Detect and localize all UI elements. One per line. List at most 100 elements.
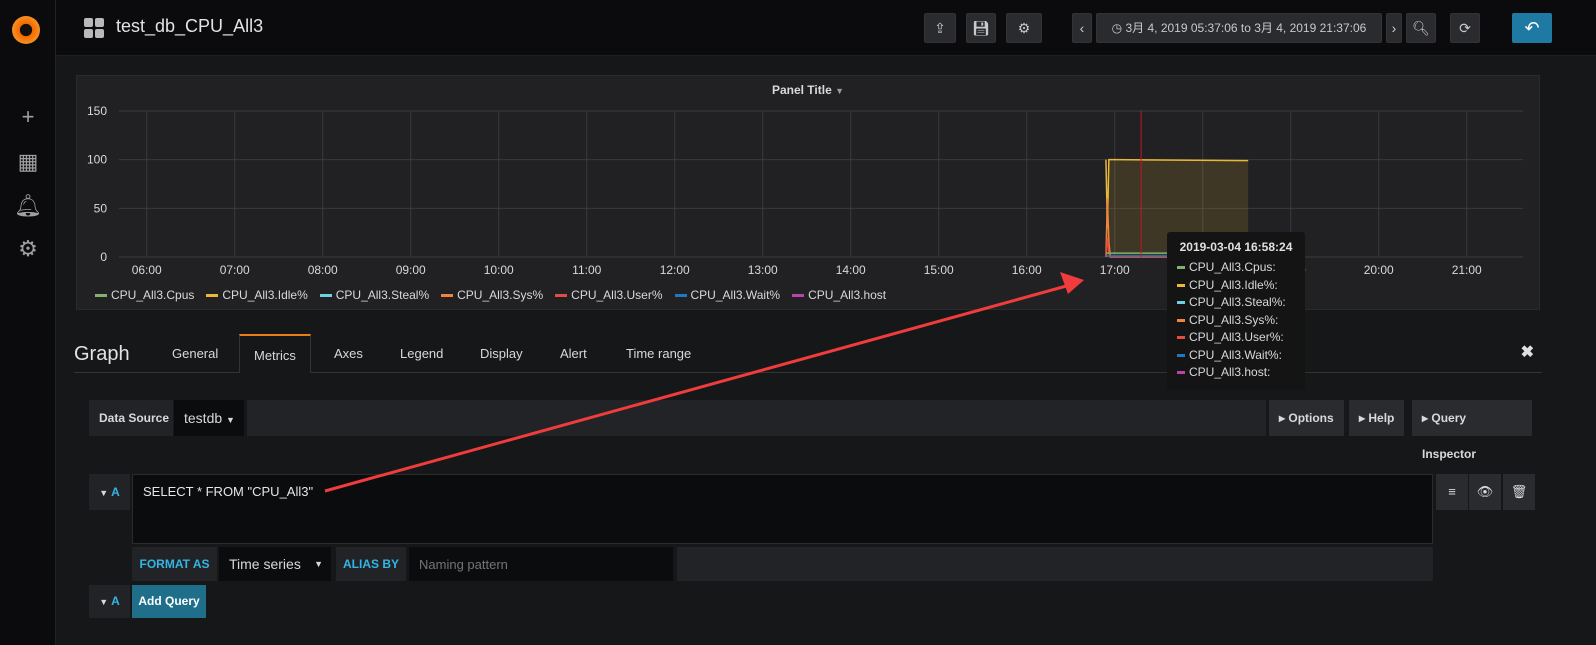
datasource-filler: [247, 400, 1266, 436]
tab-general[interactable]: General: [158, 334, 232, 373]
caret-down-icon: ▼: [314, 559, 323, 569]
caret-down-icon: ▼: [226, 415, 235, 425]
chart[interactable]: 0 50 100 150 06:00 07:00 08:00 09:00 10:00 11:00 1…: [77, 76, 1541, 311]
tooltip-label: CPU_All3.Idle%:: [1189, 277, 1278, 292]
eye-icon[interactable]: 👁︎: [1469, 474, 1501, 510]
tab-legend[interactable]: Legend: [386, 334, 457, 373]
trash-icon[interactable]: 🗑︎: [1503, 474, 1535, 510]
plus-icon[interactable]: +: [14, 103, 42, 131]
share-button[interactable]: ⇪: [924, 13, 956, 43]
format-as-select[interactable]: Time series ▼: [219, 547, 331, 581]
tooltip-swatch: [1177, 283, 1185, 287]
editor-header: Graph General Metrics Axes Legend Display Ale…: [74, 334, 1542, 373]
tooltip-swatch: [1177, 371, 1185, 375]
add-query-button[interactable]: Add Query: [132, 585, 206, 618]
legend-item[interactable]: CPU_All3.Cpus: [95, 288, 194, 302]
legend-item[interactable]: CPU_All3.Steal%: [319, 288, 430, 302]
dashboard-title[interactable]: test_db_CPU_All3: [116, 16, 263, 37]
x-tick-label: 13:00: [748, 263, 778, 277]
tooltip-row: CPU_All3.Idle%:: [1177, 278, 1295, 296]
save-button[interactable]: 💾︎: [966, 13, 996, 43]
legend-label: CPU_All3.Wait%: [690, 288, 781, 302]
format-as-value: Time series: [229, 556, 301, 572]
dashboards-icon[interactable]: ▦: [14, 148, 42, 176]
x-tick-label: 07:00: [220, 263, 250, 277]
dashboard-grid-icon: [84, 18, 104, 38]
time-back-button[interactable]: ‹: [1072, 13, 1092, 43]
tooltip-row: CPU_All3.Cpus:: [1177, 260, 1295, 278]
legend-swatch: [319, 294, 332, 298]
menu-icon[interactable]: ≡: [1436, 474, 1468, 510]
tooltip-label: CPU_All3.Wait%:: [1189, 347, 1282, 362]
help-button[interactable]: ▸ Help: [1349, 400, 1405, 436]
settings-button[interactable]: ⚙: [1006, 13, 1042, 43]
options-button[interactable]: ▸ Options: [1269, 400, 1344, 436]
x-tick-label: 17:00: [1100, 263, 1130, 277]
legend-item[interactable]: CPU_All3.Wait%: [674, 288, 781, 302]
x-tick-label: 06:00: [132, 263, 162, 277]
time-picker[interactable]: ◷ 3月 4, 2019 05:37:06 to 3月 4, 2019 21:3…: [1096, 13, 1382, 43]
legend-label: CPU_All3.Sys%: [457, 288, 544, 302]
gear-icon[interactable]: ⚙: [14, 235, 42, 263]
grafana-logo-icon[interactable]: [12, 16, 40, 44]
bell-icon[interactable]: 🔔︎: [14, 192, 42, 220]
x-tick-label: 20:00: [1364, 263, 1394, 277]
refresh-button[interactable]: ⟳: [1450, 13, 1480, 43]
tab-metrics[interactable]: Metrics: [239, 334, 311, 373]
legend: CPU_All3.Cpus CPU_All3.Idle% CPU_All3.Stea…: [95, 288, 886, 302]
query-inspector-button[interactable]: ▸ Query Inspector: [1412, 400, 1532, 461]
caret-down-icon: ▼: [99, 597, 109, 607]
x-tick-label: 21:00: [1452, 263, 1482, 277]
tooltip-label: CPU_All3.User%:: [1189, 330, 1284, 344]
back-button[interactable]: ↶: [1512, 13, 1552, 43]
legend-label: CPU_All3.Idle%: [222, 288, 308, 302]
datasource-value: testdb: [184, 410, 223, 426]
legend-swatch: [674, 294, 687, 298]
tab-time-range[interactable]: Time range: [612, 334, 705, 373]
datasource-select[interactable]: testdb ▼: [174, 400, 244, 436]
datasource-label: Data Source: [89, 400, 173, 436]
y-tick-label: 0: [100, 250, 107, 264]
add-query-toggle[interactable]: ▼ A: [89, 585, 130, 618]
legend-swatch: [555, 294, 568, 298]
tab-alert[interactable]: Alert: [546, 334, 601, 373]
tooltip-row: CPU_All3.Sys%:: [1177, 313, 1295, 331]
time-forward-button[interactable]: ›: [1386, 13, 1402, 43]
tooltip-swatch: [1177, 336, 1185, 340]
topbar: test_db_CPU_All3 ⇪ 💾︎ ⚙ ‹ ◷ 3月 4, 2019 0…: [56, 0, 1596, 56]
legend-label: CPU_All3.User%: [571, 288, 663, 302]
legend-label: CPU_All3.host: [808, 288, 887, 302]
legend-label: CPU_All3.Steal%: [335, 288, 430, 302]
tooltip-swatch: [1177, 266, 1185, 270]
zoom-out-button[interactable]: 🔍︎: [1406, 13, 1436, 43]
tooltip-swatch: [1177, 353, 1185, 357]
tooltip-label: CPU_All3.Cpus:: [1189, 260, 1276, 274]
graph-tooltip: 2019-03-04 16:58:24 CPU_All3.Cpus: CPU_Al…: [1167, 232, 1305, 390]
query-ref: A: [111, 485, 120, 499]
alias-by-label: ALIAS BY: [336, 547, 406, 581]
legend-item[interactable]: CPU_All3.User%: [555, 288, 663, 302]
legend-item[interactable]: CPU_All3.Sys%: [441, 288, 543, 302]
legend-item[interactable]: CPU_All3.host: [792, 288, 886, 302]
query-editor[interactable]: SELECT * FROM "CPU_All3": [132, 474, 1433, 544]
query-collapse-toggle[interactable]: ▼ A: [89, 474, 130, 510]
help-label: Help: [1368, 411, 1395, 425]
alias-by-input[interactable]: [409, 547, 673, 581]
tooltip-row: CPU_All3.host:: [1177, 365, 1295, 383]
arrow-line: [324, 283, 1071, 493]
tooltip-swatch: [1177, 301, 1185, 305]
y-tick-label: 100: [87, 153, 107, 167]
legend-swatch: [206, 294, 219, 298]
editor-title: Graph: [74, 343, 130, 365]
legend-swatch: [792, 294, 805, 298]
inspector-label: Query Inspector: [1422, 411, 1477, 461]
x-tick-label: 12:00: [660, 263, 690, 277]
format-filler: [677, 547, 1433, 581]
tab-display[interactable]: Display: [466, 334, 537, 373]
close-icon[interactable]: ✖: [1521, 342, 1534, 362]
legend-item[interactable]: CPU_All3.Idle%: [206, 288, 308, 302]
x-tick-label: 14:00: [836, 263, 866, 277]
y-tick-label: 50: [94, 201, 108, 215]
tooltip-time: 2019-03-04 16:58:24: [1179, 240, 1293, 254]
tab-axes[interactable]: Axes: [320, 334, 377, 373]
